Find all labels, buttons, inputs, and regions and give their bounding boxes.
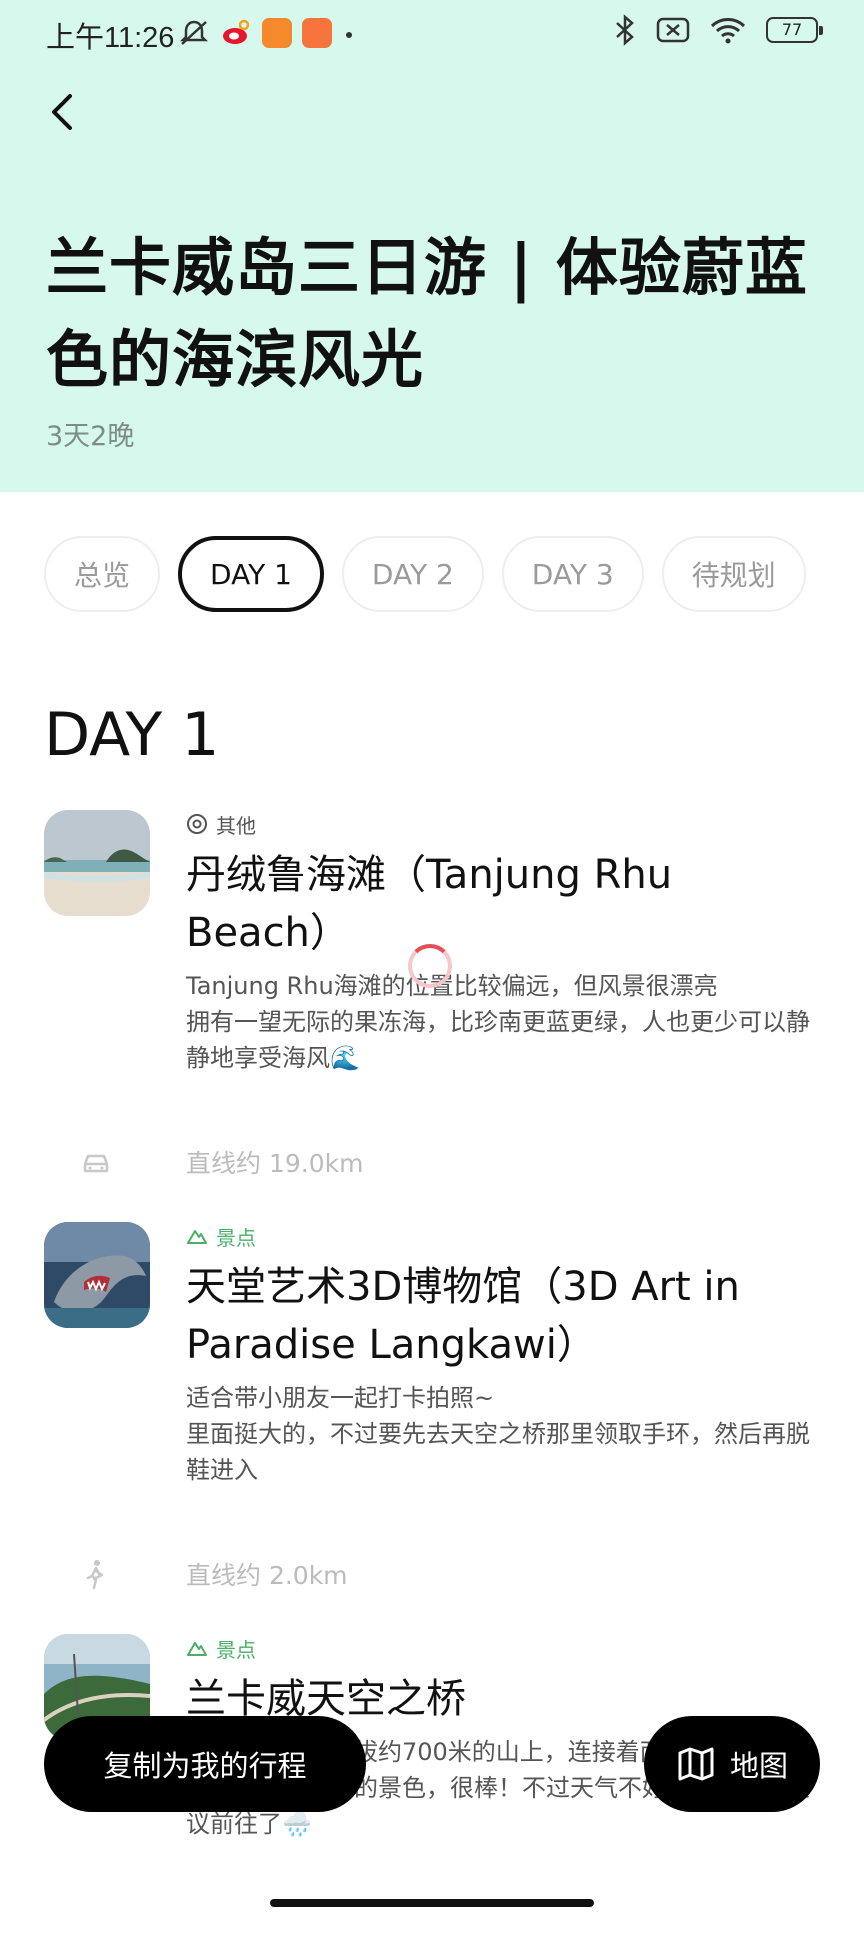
status-system-icons: 77 bbox=[614, 14, 823, 46]
car-icon bbox=[83, 1154, 109, 1173]
back-arrow-icon bbox=[52, 94, 72, 130]
place-description: Tanjung Rhu海滩的位置比较偏远，但风景很漂亮 拥有一望无际的果冻海，比… bbox=[186, 972, 810, 1072]
place-description: 适合带小朋友一起打卡拍照~ 里面挺大的，不过要先去天空之桥那里领取手环，然后再脱… bbox=[186, 1384, 810, 1484]
map-icon bbox=[678, 1747, 714, 1781]
walk-icon bbox=[86, 1560, 104, 1590]
place-category: 景点 bbox=[186, 1222, 826, 1250]
bluetooth-icon bbox=[616, 14, 634, 46]
home-indicator[interactable] bbox=[270, 1899, 594, 1907]
map-button[interactable]: 地图 bbox=[644, 1716, 820, 1812]
tab-to-plan[interactable]: 待规划 bbox=[661, 536, 806, 612]
place-name: 天堂艺术3D博物馆（3D Art in Paradise Langkawi） bbox=[186, 1264, 740, 1368]
wifi-icon bbox=[710, 18, 746, 44]
map-button-label: 地图 bbox=[729, 1749, 788, 1783]
place-category: 景点 bbox=[186, 1634, 826, 1662]
loading-spinner bbox=[408, 944, 452, 988]
status-notification-icons bbox=[178, 16, 356, 50]
mountain-icon bbox=[187, 1230, 207, 1244]
app-icon bbox=[262, 18, 292, 48]
mute-icon bbox=[179, 20, 209, 45]
sim-icon bbox=[656, 17, 690, 43]
place-category: 其他 bbox=[186, 810, 826, 838]
back-button[interactable] bbox=[40, 88, 88, 136]
transit-row: 直线约 2.0km bbox=[44, 1554, 824, 1594]
tab-day-2[interactable]: DAY 2 bbox=[341, 536, 484, 612]
place-name: 丹绒鲁海滩（Tanjung Rhu Beach） bbox=[186, 852, 673, 956]
battery-icon: 77 bbox=[766, 17, 823, 43]
tab-day-1[interactable]: DAY 1 bbox=[178, 536, 324, 612]
place-thumbnail bbox=[44, 1222, 150, 1328]
page-title: 兰卡威岛三日游 | 体验蔚蓝色的海滨风光 bbox=[46, 231, 808, 396]
tab-overview[interactable]: 总览 bbox=[44, 536, 161, 612]
transit-row: 直线约 19.0km bbox=[44, 1142, 824, 1182]
weibo-icon bbox=[223, 19, 250, 44]
transit-distance: 直线约 19.0km bbox=[186, 1149, 364, 1178]
dot-icon bbox=[346, 32, 352, 38]
status-time: 上午11:26 bbox=[46, 22, 175, 54]
day-heading: DAY 1 bbox=[44, 700, 220, 770]
place-item[interactable]: 景点 天堂艺术3D博物馆（3D Art in Paradise Langkawi… bbox=[44, 1222, 824, 1502]
tab-day-3[interactable]: DAY 3 bbox=[501, 536, 644, 612]
location-pin-icon bbox=[187, 814, 207, 834]
copy-itinerary-button[interactable]: 复制为我的行程 bbox=[44, 1716, 366, 1812]
transit-distance: 直线约 2.0km bbox=[186, 1561, 348, 1590]
trip-duration: 3天2晚 bbox=[46, 421, 135, 452]
mountain-icon bbox=[187, 1642, 207, 1656]
status-bar: 上午11:26 77 bbox=[0, 0, 864, 70]
place-category-label: 景点 bbox=[216, 1637, 256, 1662]
app-icon bbox=[302, 18, 332, 48]
place-category-label: 其他 bbox=[216, 813, 256, 838]
place-category-label: 景点 bbox=[216, 1225, 256, 1250]
day-tabs: 总览 DAY 1 DAY 2 DAY 3 待规划 bbox=[44, 536, 806, 612]
place-thumbnail bbox=[44, 810, 150, 916]
